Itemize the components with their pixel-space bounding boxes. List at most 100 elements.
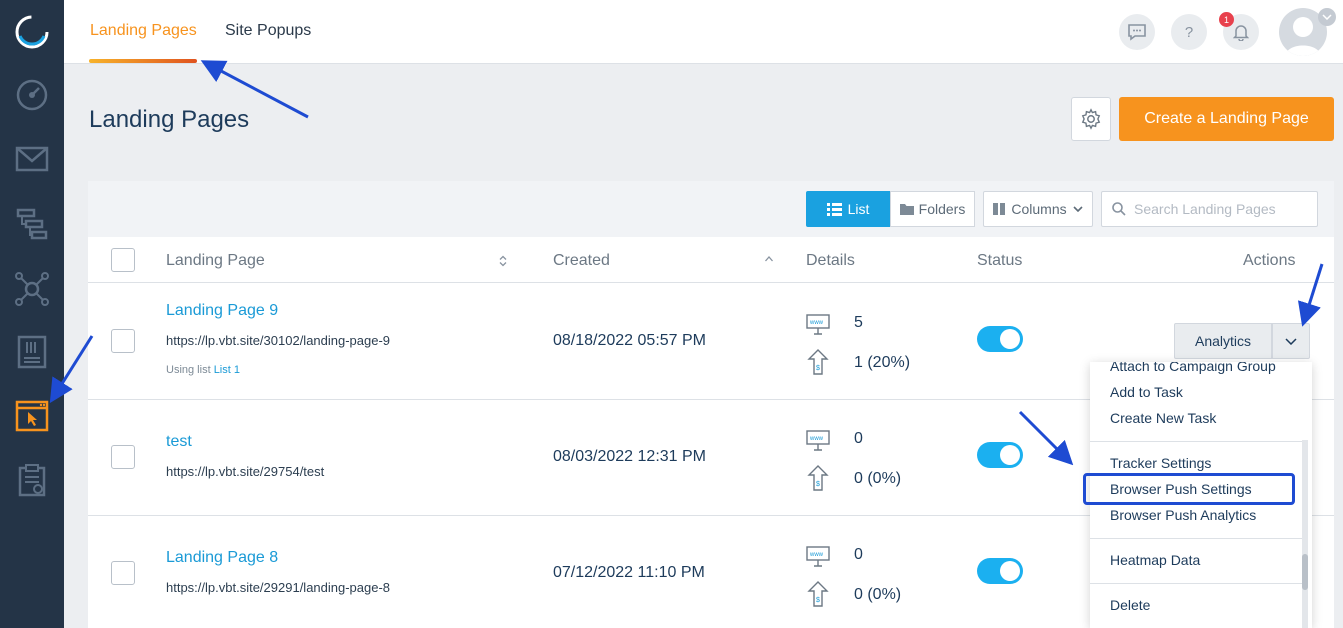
row-checkbox[interactable] (111, 329, 135, 353)
sidebar-item-forms[interactable] (12, 332, 52, 372)
bell-icon (1233, 25, 1249, 41)
svg-text:$: $ (816, 365, 820, 372)
menu-scrollbar-track[interactable] (1302, 440, 1308, 628)
task-clipboard-icon (18, 464, 46, 497)
menu-divider (1090, 538, 1302, 539)
chat-button[interactable] (1119, 14, 1155, 50)
landing-page-url: https://lp.vbt.site/29754/test (166, 464, 325, 479)
using-list-label: Using list (166, 364, 211, 376)
form-document-icon (17, 335, 47, 369)
dashboard-gauge-icon (16, 79, 48, 111)
status-toggle[interactable] (977, 326, 1023, 352)
app-logo-icon[interactable] (14, 14, 50, 50)
sort-both-icon[interactable] (498, 255, 508, 267)
column-header-landing-page[interactable]: Landing Page (166, 252, 265, 270)
menu-item-heatmap-data[interactable]: Heatmap Data (1110, 552, 1200, 568)
svg-text:www: www (809, 552, 824, 558)
svg-text:www: www (809, 320, 824, 326)
folder-icon (899, 204, 914, 215)
menu-item-attach-campaign-group[interactable]: Attach to Campaign Group (1110, 362, 1276, 374)
svg-text:$: $ (816, 481, 820, 488)
search-box (1101, 191, 1318, 227)
active-tab-indicator (89, 59, 197, 63)
column-header-details: Details (806, 252, 855, 269)
gear-icon (1081, 108, 1101, 130)
sidebar-item-tasks[interactable] (12, 460, 52, 500)
select-all-checkbox[interactable] (111, 248, 135, 272)
table-header: Landing Page Created Details Status Acti… (88, 237, 1334, 283)
page-views-icon: www (806, 430, 830, 451)
landing-page-name-link[interactable]: test (166, 433, 192, 451)
account-menu-toggle[interactable] (1318, 8, 1336, 26)
settings-button[interactable] (1071, 97, 1111, 141)
sidebar-item-network[interactable] (12, 268, 52, 308)
highlight-box-browser-push-settings (1083, 473, 1295, 505)
conversions-count: 1 (20%) (854, 354, 911, 371)
status-toggle[interactable] (977, 442, 1023, 468)
landing-page-name-link[interactable]: Landing Page 8 (166, 549, 278, 567)
create-landing-page-button[interactable]: Create a Landing Page (1119, 97, 1334, 141)
list-link[interactable]: List 1 (214, 364, 240, 376)
landing-page-browser-icon (15, 400, 49, 432)
chevron-down-icon (1285, 337, 1297, 345)
folders-view-button[interactable]: Folders (890, 191, 975, 227)
analytics-button[interactable]: Analytics (1174, 323, 1272, 359)
sidebar-item-automation[interactable] (12, 204, 52, 244)
menu-item-add-to-task[interactable]: Add to Task (1110, 384, 1183, 400)
page-title: Landing Pages (89, 106, 250, 133)
menu-divider (1090, 583, 1302, 584)
column-header-actions: Actions (1243, 252, 1296, 269)
list-view-label: List (847, 201, 870, 217)
page-views-count: 0 (854, 430, 863, 447)
sidebar-item-landing-pages[interactable] (12, 396, 52, 436)
landing-page-url: https://lp.vbt.site/29291/landing-page-8 (166, 580, 391, 595)
page-views-count: 5 (854, 314, 863, 331)
menu-divider (1090, 441, 1302, 442)
created-date: 07/12/2022 11:10 PM (553, 564, 705, 581)
conversions-count: 0 (0%) (854, 470, 902, 487)
menu-item-tracker-settings[interactable]: Tracker Settings (1110, 455, 1211, 471)
sidebar (0, 0, 64, 628)
status-toggle[interactable] (977, 558, 1023, 584)
landing-page-url: https://lp.vbt.site/30102/landing-page-9 (166, 333, 391, 348)
columns-dropdown[interactable]: Columns (983, 191, 1093, 227)
tab-landing-pages[interactable]: Landing Pages (90, 22, 197, 40)
automation-flow-icon (16, 208, 48, 240)
menu-scrollbar-thumb[interactable] (1302, 554, 1308, 590)
list-view-button[interactable]: List (806, 191, 890, 227)
search-input[interactable] (1134, 201, 1314, 217)
email-envelope-icon (15, 146, 49, 172)
created-date: 08/03/2022 12:31 PM (553, 448, 707, 465)
search-icon (1112, 202, 1126, 216)
chat-bubble-icon (1128, 24, 1146, 41)
created-date: 08/18/2022 05:57 PM (553, 332, 707, 349)
actions-dropdown-toggle[interactable] (1272, 323, 1310, 359)
landing-page-name-link[interactable]: Landing Page 9 (166, 302, 278, 320)
menu-item-delete[interactable]: Delete (1110, 597, 1150, 613)
conversions-icon: $ (807, 465, 829, 491)
tab-site-popups[interactable]: Site Popups (225, 22, 311, 40)
folders-view-label: Folders (918, 201, 966, 217)
sidebar-item-dashboard[interactable] (12, 75, 52, 115)
columns-icon (993, 203, 1006, 215)
menu-item-create-new-task[interactable]: Create New Task (1110, 410, 1216, 426)
column-header-created[interactable]: Created (553, 252, 610, 270)
page-views-count: 0 (854, 546, 863, 563)
page-views-icon: www (806, 546, 830, 567)
help-button[interactable]: ? (1171, 14, 1207, 50)
svg-text:$: $ (816, 597, 820, 604)
column-header-status: Status (977, 252, 1023, 269)
svg-text:www: www (809, 436, 824, 442)
sort-ascending-icon[interactable] (764, 255, 774, 263)
menu-item-browser-push-analytics[interactable]: Browser Push Analytics (1110, 507, 1256, 523)
conversions-icon: $ (807, 349, 829, 375)
list-icon (826, 202, 842, 216)
chevron-down-icon (1073, 206, 1083, 212)
landing-page-list-info: Using list List 1 (166, 364, 240, 376)
notification-count-badge: 1 (1219, 12, 1234, 27)
page-views-icon: www (806, 314, 830, 335)
sidebar-item-email[interactable] (12, 138, 52, 178)
row-checkbox[interactable] (111, 561, 135, 585)
conversions-icon: $ (807, 581, 829, 607)
row-checkbox[interactable] (111, 445, 135, 469)
